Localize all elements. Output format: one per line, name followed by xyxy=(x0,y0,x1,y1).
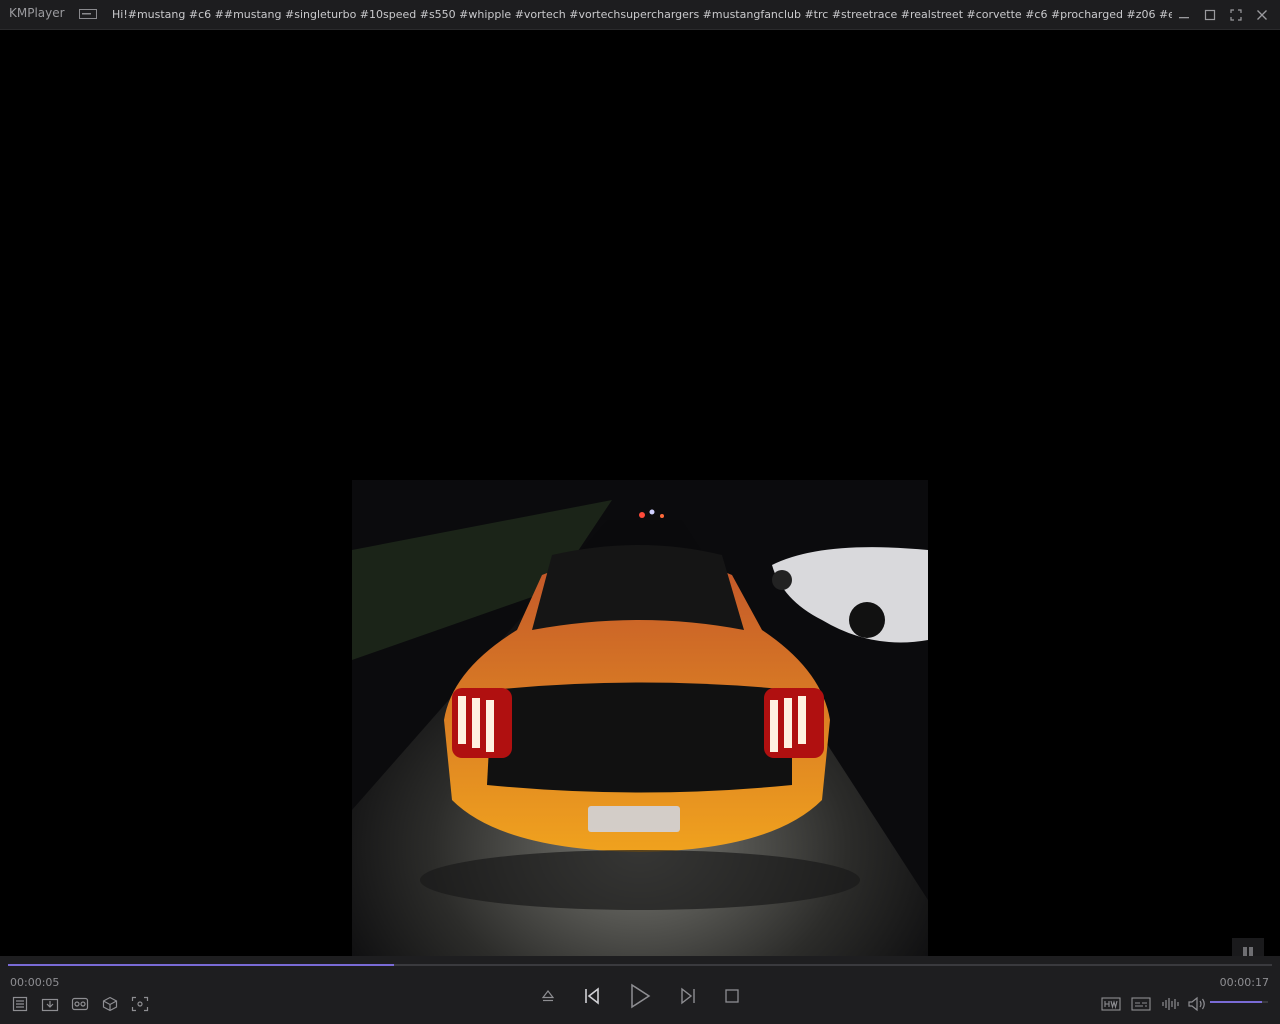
total-time: 00:00:17 xyxy=(1219,976,1269,989)
control-bar: 00:00:05 00:00:17 xyxy=(0,956,1280,1024)
download-icon xyxy=(41,998,59,1012)
minimize-button[interactable] xyxy=(1174,5,1194,25)
vr-icon xyxy=(71,997,89,1011)
audio-eq-icon xyxy=(1162,998,1179,1010)
hw-decoder-button[interactable] xyxy=(1100,994,1122,1014)
play-icon xyxy=(631,983,651,1009)
hw-decoder-icon xyxy=(1101,997,1121,1011)
play-button[interactable] xyxy=(624,980,656,1012)
previous-button[interactable] xyxy=(580,984,604,1008)
previous-icon xyxy=(585,987,599,1005)
close-icon xyxy=(1257,10,1267,20)
stop-button[interactable] xyxy=(721,985,743,1007)
minimize-icon xyxy=(1179,17,1189,19)
vr-button[interactable] xyxy=(70,994,90,1014)
window-mode-icon[interactable] xyxy=(79,9,97,19)
fullscreen-icon xyxy=(1230,9,1242,21)
video-area[interactable] xyxy=(0,30,1280,956)
stop-icon xyxy=(725,989,739,1003)
capture-button[interactable] xyxy=(130,994,150,1014)
eject-icon xyxy=(541,990,555,1002)
app-logo-text[interactable]: KMPlayer xyxy=(9,6,65,20)
playlist-icon xyxy=(12,996,28,1012)
eject-button[interactable] xyxy=(537,985,559,1007)
next-icon xyxy=(681,987,695,1005)
audio-eq-button[interactable] xyxy=(1160,994,1182,1014)
capture-icon xyxy=(131,996,149,1012)
speaker-icon xyxy=(1188,996,1205,1012)
elapsed-time: 00:00:05 xyxy=(10,976,60,989)
download-button[interactable] xyxy=(40,994,60,1014)
window-title: Hi!#mustang #c6 ##mustang #singleturbo #… xyxy=(112,8,1172,21)
mute-button[interactable] xyxy=(1186,994,1208,1014)
subtitle-icon xyxy=(1131,997,1151,1011)
fullscreen-button[interactable] xyxy=(1226,5,1246,25)
volume-slider[interactable] xyxy=(1210,1001,1268,1003)
maximize-icon xyxy=(1204,9,1216,21)
next-button[interactable] xyxy=(676,984,700,1008)
volume-level xyxy=(1210,1001,1263,1003)
title-bar: KMPlayer Hi!#mustang #c6 ##mustang #sing… xyxy=(0,0,1280,30)
playlist-button[interactable] xyxy=(10,994,30,1014)
video-image xyxy=(352,480,928,956)
subtitle-button[interactable] xyxy=(1130,994,1152,1014)
video-frame[interactable] xyxy=(352,480,928,956)
close-button[interactable] xyxy=(1252,5,1272,25)
maximize-button[interactable] xyxy=(1200,5,1220,25)
seek-progress xyxy=(8,964,394,966)
3d-button[interactable] xyxy=(100,994,120,1014)
3d-cube-icon xyxy=(102,996,118,1012)
seek-bar[interactable] xyxy=(8,964,1272,966)
